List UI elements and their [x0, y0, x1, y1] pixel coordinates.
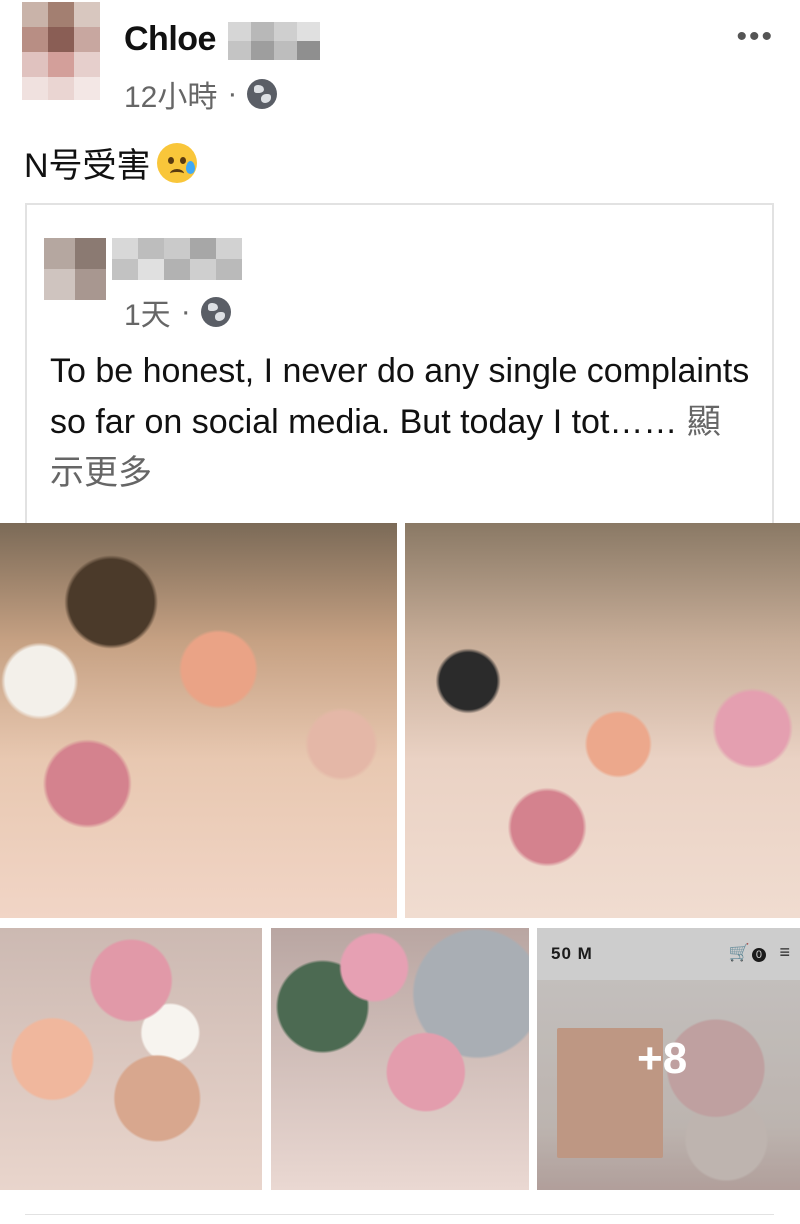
globe-icon	[200, 297, 231, 327]
post-text: N号受害	[24, 147, 151, 185]
author-avatar[interactable]	[22, 2, 100, 100]
shared-post-meta: 1天 ·	[124, 290, 231, 334]
photo-bouquet-4[interactable]	[271, 928, 529, 1190]
photo-bouquet-3[interactable]	[0, 928, 262, 1190]
more-photos-count[interactable]: +8	[637, 1034, 687, 1084]
shared-post-text: To be honest, I never do any single comp…	[50, 346, 750, 499]
post-meta: 12小時 ·	[124, 72, 278, 116]
author-name[interactable]: Chloe	[124, 20, 216, 59]
photo-bouquet-1[interactable]	[0, 523, 397, 918]
shared-author-avatar[interactable]	[44, 238, 106, 300]
redacted-shared-author-name	[112, 238, 242, 280]
crying-face-emoji	[156, 142, 197, 183]
shared-post-time[interactable]: 1天	[124, 290, 171, 334]
meta-separator: ·	[227, 77, 238, 110]
shared-post-body: To be honest, I never do any single comp…	[50, 352, 750, 441]
shared-meta-separator: ·	[180, 295, 191, 328]
redacted-name	[228, 22, 320, 60]
more-options-icon[interactable]: •••	[736, 20, 774, 54]
post-time[interactable]: 12小時	[124, 72, 217, 116]
globe-icon	[247, 79, 278, 109]
post-body: N号受害	[24, 138, 197, 187]
card-bottom-border	[25, 1214, 774, 1215]
photo-bouquet-2[interactable]	[405, 523, 800, 918]
